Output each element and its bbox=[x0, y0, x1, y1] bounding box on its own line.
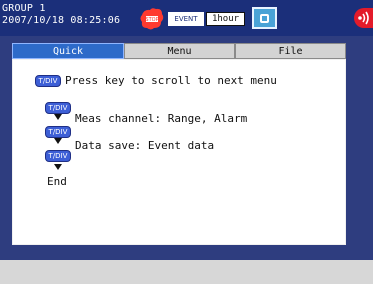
tab-file[interactable]: File bbox=[235, 43, 346, 59]
svg-text:STOP: STOP bbox=[145, 17, 158, 23]
tdiv-key-icon: T/DIV bbox=[45, 150, 71, 162]
quick-panel: T/DIV Press key to scroll to next menu T… bbox=[12, 59, 346, 245]
arrow-down-icon bbox=[54, 164, 62, 170]
end-label: End bbox=[47, 175, 67, 188]
event-indicator: EVENT bbox=[168, 12, 204, 26]
tdiv-key-icon: T/DIV bbox=[45, 102, 71, 114]
arrow-down-icon bbox=[54, 138, 62, 144]
tab-menu[interactable]: Menu bbox=[124, 43, 235, 59]
interval-display: 1hour bbox=[206, 12, 245, 26]
alarm-icon bbox=[354, 8, 373, 28]
group-title: GROUP 1 bbox=[2, 3, 46, 14]
tdiv-key-icon: T/DIV bbox=[45, 126, 71, 138]
tab-quick[interactable]: Quick bbox=[12, 43, 124, 59]
tab-bar: Quick Menu File bbox=[12, 43, 346, 59]
tdiv-key-icon: T/DIV bbox=[35, 75, 61, 87]
display-icon bbox=[252, 7, 277, 29]
bottom-bar bbox=[0, 260, 373, 284]
stop-icon: STOP bbox=[139, 7, 165, 31]
instruction-text: Press key to scroll to next menu bbox=[65, 74, 277, 87]
menu-item-meas-channel: Meas channel: Range, Alarm bbox=[75, 112, 248, 125]
datetime-readout: 2007/10/18 08:25:06 bbox=[2, 15, 121, 26]
status-header: GROUP 1 2007/10/18 08:25:06 STOP EVENT 1… bbox=[0, 0, 373, 36]
menu-item-data-save: Data save: Event data bbox=[75, 139, 215, 152]
arrow-down-icon bbox=[54, 114, 62, 120]
